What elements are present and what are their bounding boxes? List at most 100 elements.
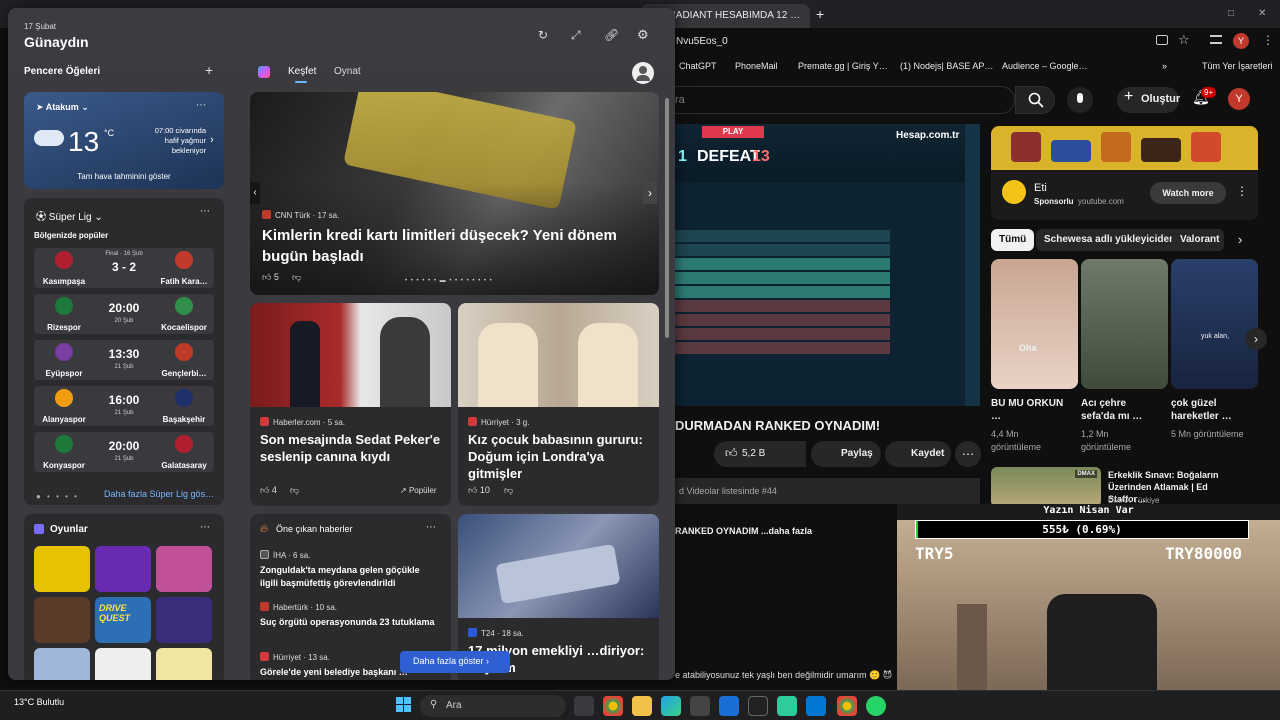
yt-avatar[interactable]: Y (1228, 88, 1250, 110)
profile-avatar[interactable]: Y (1233, 33, 1249, 49)
app-icon[interactable] (777, 696, 797, 716)
app-icon[interactable] (748, 696, 768, 716)
expand-icon[interactable]: ⤢ (571, 28, 581, 43)
game-tile-blocks[interactable] (156, 597, 212, 643)
short-thumb-3[interactable]: yuk alan, (1171, 259, 1258, 389)
mail-icon[interactable] (719, 696, 739, 716)
minimize-button[interactable]: □ (1228, 8, 1234, 19)
rec-thumbnail[interactable]: DMAX (991, 467, 1101, 507)
panel-scrollbar[interactable] (665, 98, 669, 338)
news-1-dislike-icon[interactable]: 👎︎ (290, 485, 299, 496)
weather-more-icon[interactable]: ⋯ (196, 100, 206, 111)
game-tile-tiles[interactable] (34, 648, 90, 680)
game-tile-smileys[interactable] (156, 648, 212, 680)
weather-location[interactable]: ➤ Atakum ⌄ (36, 102, 89, 113)
chrome-icon[interactable] (603, 696, 623, 716)
vscode-icon[interactable] (806, 696, 826, 716)
match-row[interactable]: Alanyaspor Başakşehir 16:00 21 Şub (34, 386, 214, 426)
close-window-button[interactable]: ✕ (1258, 8, 1266, 19)
bookmark-phonemail[interactable]: PhoneMail (735, 61, 778, 71)
bookmark-all[interactable]: Tüm Yer İşaretleri (1202, 61, 1273, 71)
short-title-2[interactable]: Acı çehre sefa'da mı … (1081, 397, 1151, 423)
share-button[interactable]: Paylaş (811, 441, 881, 467)
show-more-button[interactable]: Daha fazla göster › (400, 651, 510, 673)
windows-start-icon[interactable] (396, 697, 412, 713)
watch-more-button[interactable]: Watch more (1150, 182, 1226, 204)
top-news-1-headline[interactable]: Zonguldak'ta meydana gelen göçükle ilgil… (260, 564, 440, 590)
game-tile-drive-quest[interactable]: DRIVE QUEST (95, 597, 151, 643)
match-row[interactable]: Eyüpspor Gençlerbi… 13:30 21 Şub (34, 340, 214, 380)
ad-thumbnail[interactable] (991, 126, 1258, 170)
weather-widget[interactable]: ➤ Atakum ⌄ ⋯ 13 °C 07:00 civarında hafif… (24, 92, 224, 189)
news-card-1[interactable]: Haberler.com · 5 sa. Son mesajında Sedat… (250, 303, 451, 506)
full-forecast-link[interactable]: Tam hava tahminini göster (24, 172, 224, 181)
shorts-next-button[interactable]: › (1245, 328, 1267, 350)
league-title[interactable]: ⚽︎ Süper Lig ⌄ (36, 208, 103, 223)
taskbar-weather[interactable]: 13°C Bulutlu (14, 697, 64, 707)
hero-news-card[interactable]: ‹ › CNN Türk · 17 sa. Kimlerin kredi kar… (250, 92, 659, 295)
chip-uploader[interactable]: Schewesa adlı yükleyiciden (1036, 229, 1184, 251)
copilot-icon[interactable] (258, 66, 270, 78)
hero-headline[interactable]: Kimlerin kredi kartı limitleri düşecek? … (262, 225, 642, 267)
description-snippet[interactable]: RANKED OYNADIM ...daha fazla (675, 526, 812, 536)
settings-gear-icon[interactable]: ⚙ (637, 27, 649, 43)
youtube-search-input[interactable]: ra (640, 86, 1015, 114)
chip-valorant[interactable]: Valorant (1172, 229, 1224, 251)
link-icon[interactable]: 🔗︎ (604, 28, 619, 42)
short-title-3[interactable]: çok güzel hareketler … (1171, 397, 1241, 423)
league-more-link[interactable]: Daha fazla Süper Lig gös… (104, 489, 214, 499)
forecast-chevron-icon[interactable]: › (210, 134, 214, 146)
news-1-headline[interactable]: Son mesajında Sedat Peker'e seslenip can… (260, 431, 445, 465)
task-view-icon[interactable] (574, 696, 594, 716)
news-2-like-button[interactable]: 👍︎ 10 (468, 485, 490, 496)
more-vert-icon[interactable]: ⋮ (1262, 33, 1274, 47)
ad-more-icon[interactable]: ⋮ (1236, 184, 1248, 198)
match-row[interactable]: Konyaspor Galatasaray 20:00 21 Şub (34, 432, 214, 472)
more-actions-button[interactable]: ⋯ (955, 441, 981, 467)
tab-kesfet[interactable]: Keşfet (288, 66, 316, 77)
url-text[interactable]: Nvu5Eos_0 (676, 36, 728, 47)
hero-like-button[interactable]: 👍︎ 5 (262, 272, 279, 283)
bookmark-audience[interactable]: Audience – Google… (1002, 61, 1088, 71)
chip-all[interactable]: Tümü (991, 229, 1035, 251)
whatsapp-icon[interactable] (866, 696, 886, 716)
chrome-icon[interactable] (837, 696, 857, 716)
news-2-headline[interactable]: Kız çocuk babasının gururu: Doğum için L… (468, 431, 653, 482)
star-icon[interactable]: ☆ (1178, 32, 1190, 48)
bookmark-premate[interactable]: Premate.gg | Giriş Y… (798, 61, 888, 71)
short-title-1[interactable]: BU MU ORKUN … (991, 397, 1071, 423)
match-row[interactable]: Rizespor Kocaelispor 20:00 20 Şub (34, 294, 214, 334)
account-avatar[interactable] (632, 62, 654, 84)
match-row[interactable]: Kasımpaşa Fatih Kara… 3 - 2 Final · 16 Şub (34, 248, 214, 288)
game-tile-stickman[interactable] (95, 648, 151, 680)
games-more-icon[interactable]: ⋯ (200, 522, 210, 533)
hero-dislike-icon[interactable]: 👎︎ (292, 272, 301, 283)
install-icon[interactable] (1156, 35, 1168, 45)
save-button[interactable]: Kaydet (885, 441, 951, 467)
hero-prev-button[interactable]: ‹ (250, 182, 260, 204)
game-tile-blocky[interactable] (34, 597, 90, 643)
short-thumb-1[interactable]: Oha (991, 259, 1078, 389)
new-tab-button[interactable]: + (816, 6, 824, 22)
menu-lines-icon[interactable] (1210, 35, 1222, 44)
add-widget-button[interactable]: + (205, 62, 213, 78)
file-explorer-icon[interactable] (632, 696, 652, 716)
playlist-strip[interactable]: d Videolar listesinde #44 (675, 478, 980, 504)
league-more-icon[interactable]: ⋯ (200, 206, 210, 217)
game-tile-car[interactable] (34, 546, 90, 592)
top-news-2-headline[interactable]: Suç örgütü operasyonunda 23 tutuklama (260, 616, 440, 629)
edge-icon[interactable] (661, 696, 681, 716)
tab-oynat[interactable]: Oynat (334, 66, 361, 77)
news-card-2[interactable]: Hürriyet · 3 g. Kız çocuk babasının guru… (458, 303, 659, 506)
store-icon[interactable] (690, 696, 710, 716)
voice-search-button[interactable] (1067, 87, 1093, 113)
refresh-icon[interactable]: ↻ (538, 28, 548, 42)
game-tile-makeup[interactable] (156, 546, 212, 592)
youtube-search-button[interactable] (1015, 86, 1055, 114)
bookmarks-overflow[interactable]: » (1162, 61, 1167, 71)
bookmark-nodejs[interactable]: (1) Nodejs| BASE AP… (900, 61, 993, 71)
bookmark-chatgpt[interactable]: ChatGPT (679, 61, 717, 71)
news-1-like-button[interactable]: 👍︎ 4 (260, 485, 277, 496)
top-news-more-icon[interactable]: ⋯ (426, 522, 436, 533)
short-thumb-2[interactable] (1081, 259, 1168, 389)
